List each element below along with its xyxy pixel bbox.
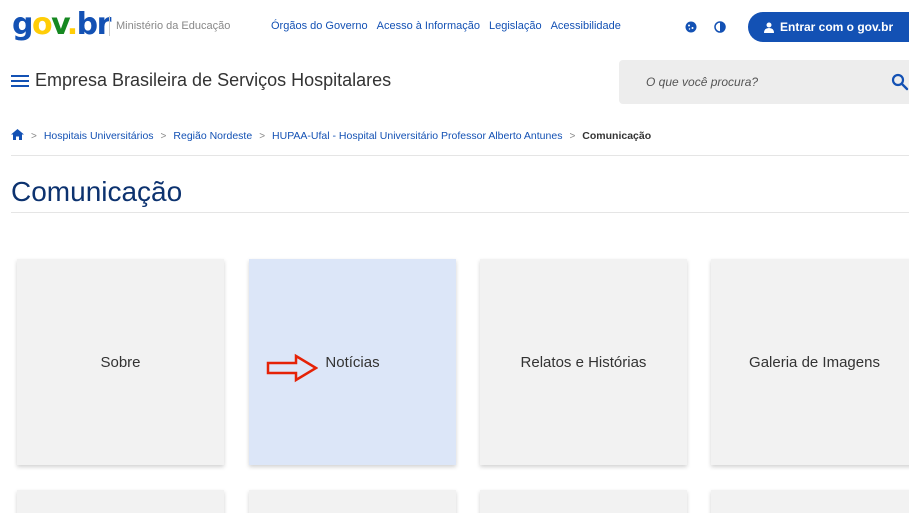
contrast-icon[interactable]: [711, 18, 729, 36]
breadcrumb-current: Comunicação: [582, 130, 652, 142]
card-relatos-historias[interactable]: Relatos e Histórias: [480, 259, 687, 465]
govbr-logo[interactable]: gov.br: [12, 8, 111, 42]
ministry-name: Ministério da Educação: [109, 16, 230, 36]
card-row2-3[interactable]: [480, 490, 687, 513]
link-acesso-informacao[interactable]: Acesso à Informação: [377, 20, 480, 32]
hamburger-menu-icon[interactable]: [11, 72, 29, 90]
divider: [11, 212, 909, 213]
page-title: Comunicação: [11, 176, 183, 207]
card-label: Relatos e Histórias: [520, 353, 647, 371]
chevron-right-icon: >: [569, 130, 576, 142]
login-label: Entrar com o gov.br: [780, 20, 894, 34]
cookie-icon[interactable]: [682, 18, 700, 36]
link-legislacao[interactable]: Legislação: [489, 20, 542, 32]
breadcrumb: > Hospitais Universitários > Região Nord…: [11, 129, 651, 143]
divider: [11, 155, 909, 156]
card-label: Notícias: [325, 353, 380, 371]
user-icon: [764, 22, 774, 33]
chevron-right-icon: >: [259, 130, 266, 142]
home-icon[interactable]: [11, 129, 24, 143]
breadcrumb-item-regiao[interactable]: Região Nordeste: [173, 130, 252, 142]
card-label: Sobre: [100, 353, 141, 371]
breadcrumb-item-hupaa[interactable]: HUPAA-Ufal - Hospital Universitário Prof…: [272, 130, 562, 142]
top-bar: gov.br Ministério da Educação Órgãos do …: [0, 0, 909, 56]
card-galeria-imagens[interactable]: Galeria de Imagens: [711, 259, 909, 465]
card-row2-2[interactable]: [249, 490, 456, 513]
card-sobre[interactable]: Sobre: [17, 259, 224, 465]
card-label: Galeria de Imagens: [749, 353, 880, 371]
search-box: [619, 60, 909, 104]
search-input[interactable]: [646, 60, 886, 104]
link-orgaos-governo[interactable]: Órgãos do Governo: [271, 20, 368, 32]
card-row2-1[interactable]: [17, 490, 224, 513]
link-acessibilidade[interactable]: Acessibilidade: [551, 20, 621, 32]
top-links: Órgãos do Governo Acesso à Informação Le…: [271, 20, 621, 32]
chevron-right-icon: >: [31, 130, 37, 142]
card-row2-4[interactable]: [711, 490, 909, 513]
chevron-right-icon: >: [160, 130, 167, 142]
login-govbr-button[interactable]: Entrar com o gov.br: [748, 12, 909, 42]
breadcrumb-item-hospitais[interactable]: Hospitais Universitários: [44, 130, 154, 142]
search-icon[interactable]: [891, 73, 909, 91]
red-arrow-icon: [266, 353, 318, 383]
site-title[interactable]: Empresa Brasileira de Serviços Hospitala…: [35, 70, 391, 91]
